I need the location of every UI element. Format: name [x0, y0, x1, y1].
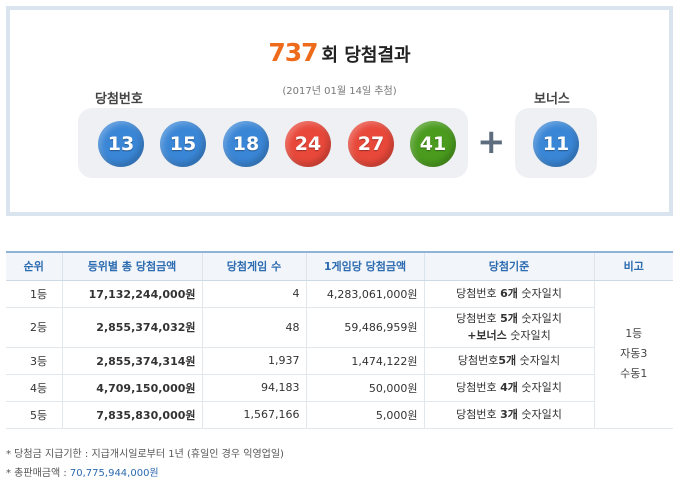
rank-cell: 1등	[6, 280, 63, 308]
bonus-ball-panel: 11	[515, 108, 597, 178]
total-prize-cell: 7,835,830,000원	[61, 401, 203, 429]
table-row: 5등 7,835,830,000원 1,567,166 5,000원 당첨번호 …	[6, 401, 673, 429]
table-row: 4등 4,709,150,000원 94,183 50,000원 당첨번호 4개…	[6, 374, 673, 402]
header-rank: 순위	[6, 251, 63, 281]
criteria-count: 4개	[500, 381, 518, 394]
criteria-cell: 당첨번호 4개 숫자일치	[423, 374, 594, 402]
prize-results-table: 순위 등위별 총 당첨금액 당첨게임 수 1게임당 당첨금액 당첨기준 비고 1…	[6, 251, 673, 429]
winner-count-cell: 1,567,166	[201, 401, 307, 429]
payout-deadline-note: * 당첨금 지급기한 : 지급개시일로부터 1년 (휴일인 경우 익영업일)	[6, 449, 284, 460]
lotto-ball-2: 15	[160, 121, 206, 167]
criteria-text: 숫자일치	[516, 354, 561, 367]
lotto-ball-4: 24	[285, 121, 331, 167]
table-row: 1등 17,132,244,000원 4 4,283,061,000원 당첨번호…	[6, 280, 673, 429]
plus-icon: +	[477, 122, 506, 162]
rank-cell: 5등	[6, 401, 63, 429]
prize-per-game-cell: 5,000원	[305, 401, 425, 429]
prize-per-game-cell: 50,000원	[305, 374, 425, 402]
total-prize-cell: 4,709,150,000원	[61, 374, 203, 402]
criteria-text: 당첨번호	[457, 354, 499, 367]
prize-per-game-cell: 4,283,061,000원	[305, 280, 425, 308]
criteria-text: 숫자일치	[517, 312, 562, 325]
criteria-text: 숫자일치	[517, 381, 562, 394]
prize-per-game-cell: 59,486,959원	[305, 307, 425, 348]
criteria-cell: 당첨번호 6개 숫자일치	[423, 280, 595, 308]
criteria-text: 당첨번호	[456, 408, 501, 421]
header-criteria: 당첨기준	[423, 251, 595, 281]
total-sales-amount: 70,775,944,000원	[69, 468, 159, 479]
total-prize-cell: 17,132,244,000원	[61, 280, 203, 308]
header-winner-count: 당첨게임 수	[201, 251, 307, 281]
criteria-text: 숫자일치	[506, 329, 551, 342]
bonus-number-label: 보너스	[534, 92, 570, 107]
table-row: 2등 2,855,374,032원 48 59,486,959원 당첨번호 5개…	[6, 307, 673, 348]
remarks-cell: 1등 자동3 수동1	[593, 280, 673, 429]
winning-balls-panel: 13 15 18 24 27 41	[78, 108, 468, 178]
header-prize-per-game: 1게임당 당첨금액	[305, 251, 425, 281]
remarks-line: 수동1	[620, 367, 648, 380]
criteria-count: 3개	[500, 408, 518, 421]
criteria-count: 5개	[498, 354, 517, 367]
criteria-count: 5개	[500, 312, 518, 325]
remarks-line: 자동3	[620, 347, 648, 360]
lotto-ball-5: 27	[348, 121, 394, 167]
total-prize-cell: 2,855,374,314원	[61, 347, 203, 375]
total-sales-note: * 총판매금액 : 70,775,944,000원	[6, 464, 284, 479]
criteria-text: 숫자일치	[517, 408, 562, 421]
lotto-ball-6: 41	[410, 121, 456, 167]
criteria-cell: 당첨번호5개 숫자일치	[423, 347, 594, 375]
table-header-row: 순위 등위별 총 당첨금액 당첨게임 수 1게임당 당첨금액 당첨기준 비고	[6, 251, 673, 281]
winning-numbers-label: 당첨번호	[95, 92, 143, 107]
round-title-text: 회 당첨결과	[321, 45, 411, 66]
header-remarks: 비고	[593, 251, 673, 281]
rank-cell: 4등	[6, 374, 63, 402]
footnotes: * 당첨금 지급기한 : 지급개시일로부터 1년 (휴일인 경우 익영업일) *…	[6, 445, 284, 479]
remarks-line: 1등	[625, 327, 643, 340]
winner-count-cell: 1,937	[201, 347, 307, 375]
winner-count-cell: 94,183	[201, 374, 307, 402]
rank-cell: 2등	[6, 307, 63, 348]
criteria-text: 당첨번호	[456, 312, 501, 325]
criteria-cell: 당첨번호 5개 숫자일치 +보너스 숫자일치	[423, 307, 594, 348]
winner-count-cell: 4	[201, 280, 307, 308]
criteria-text: 당첨번호	[456, 381, 501, 394]
criteria-text: 당첨번호	[456, 287, 501, 300]
lotto-ball-1: 13	[98, 121, 144, 167]
winner-count-cell: 48	[201, 307, 307, 348]
prize-per-game-cell: 1,474,122원	[305, 347, 425, 375]
total-sales-label: * 총판매금액 :	[6, 468, 70, 479]
round-number: 737	[268, 38, 318, 67]
criteria-count: 6개	[500, 287, 518, 300]
total-prize-cell: 2,855,374,032원	[61, 307, 203, 348]
lotto-ball-3: 18	[223, 121, 269, 167]
page-title: 737 회 당첨결과	[10, 38, 669, 67]
criteria-text: 숫자일치	[517, 287, 562, 300]
table-row: 3등 2,855,374,314원 1,937 1,474,122원 당첨번호5…	[6, 347, 673, 375]
bonus-ball: 11	[533, 121, 579, 167]
header-total-prize: 등위별 총 당첨금액	[61, 251, 203, 281]
criteria-bonus: +보너스	[467, 329, 507, 342]
criteria-cell: 당첨번호 3개 숫자일치	[423, 401, 594, 429]
rank-cell: 3등	[6, 347, 63, 375]
